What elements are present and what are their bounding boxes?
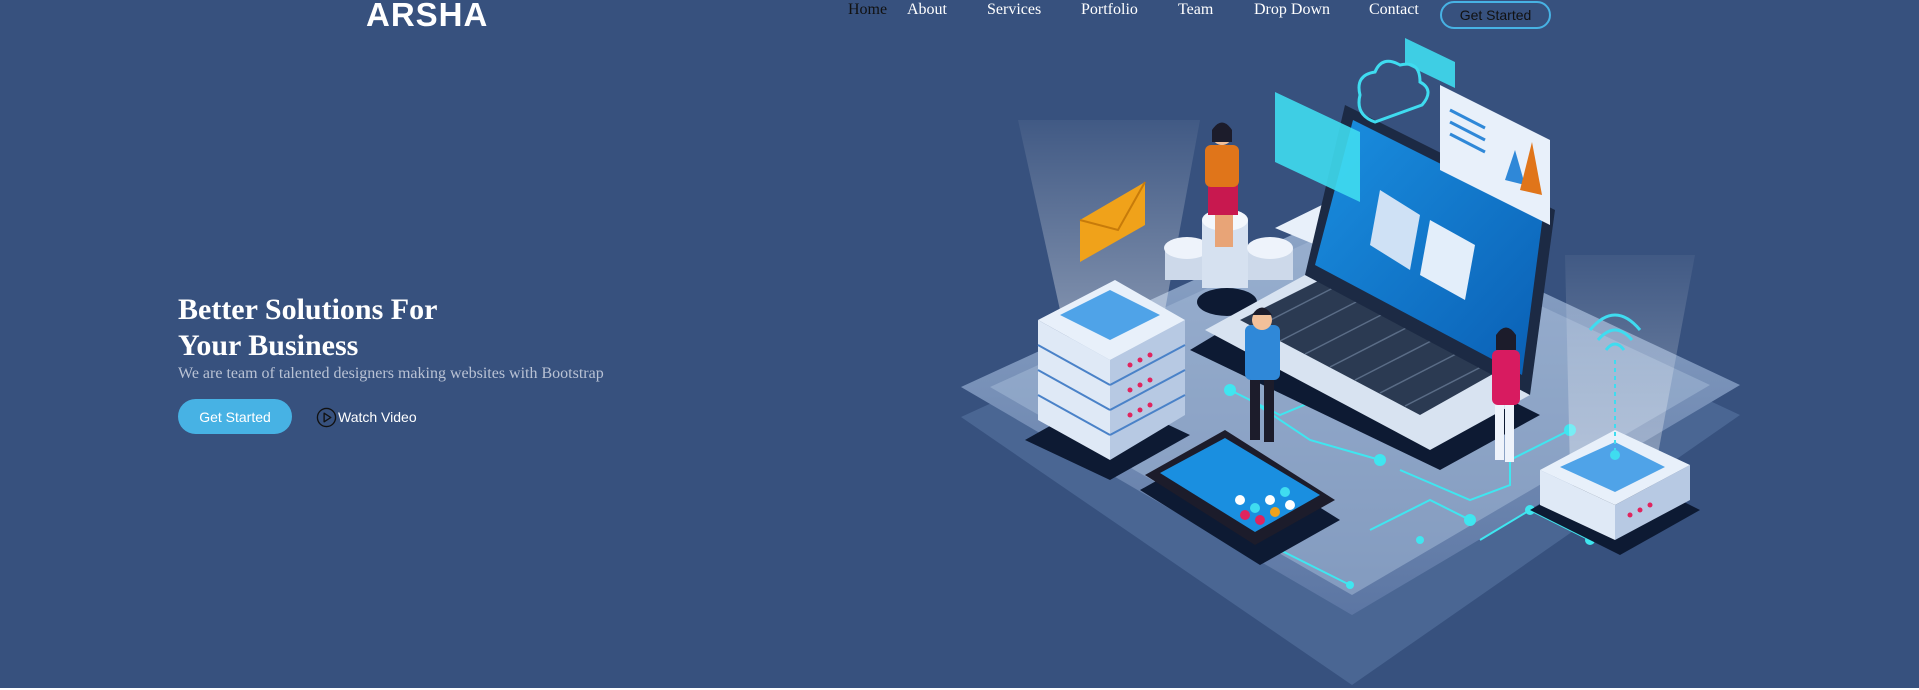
main-navigation: Home About Services Portfolio Team Drop … xyxy=(0,0,1919,30)
get-started-button[interactable]: Get Started xyxy=(178,399,292,434)
cloud-icon xyxy=(1357,59,1430,124)
nav-item-services[interactable]: Services xyxy=(987,1,1041,19)
nav-item-contact[interactable]: Contact xyxy=(1369,1,1419,19)
watch-video-label: Watch Video xyxy=(338,409,417,425)
watch-video-button[interactable]: Watch Video xyxy=(316,406,417,428)
hero-illustration xyxy=(961,38,1740,685)
hero-section: ARSHA Home About Services Portfolio Team… xyxy=(0,0,1919,688)
play-circle-icon xyxy=(316,407,337,427)
nav-item-drop-down[interactable]: Drop Down xyxy=(1254,1,1330,19)
nav-item-home[interactable]: Home xyxy=(848,1,887,19)
hero-subtitle: We are team of talented designers making… xyxy=(178,365,604,382)
nav-item-portfolio[interactable]: Portfolio xyxy=(1081,1,1138,19)
nav-item-about[interactable]: About xyxy=(907,1,947,19)
hero-title-line-1: Better Solutions For xyxy=(178,293,438,326)
nav-get-started-button[interactable]: Get Started xyxy=(1440,1,1551,29)
hero-title-line-2: Your Business xyxy=(178,329,359,362)
hero-title: Better Solutions For Your Business xyxy=(178,292,698,364)
nav-item-team[interactable]: Team xyxy=(1178,1,1213,19)
